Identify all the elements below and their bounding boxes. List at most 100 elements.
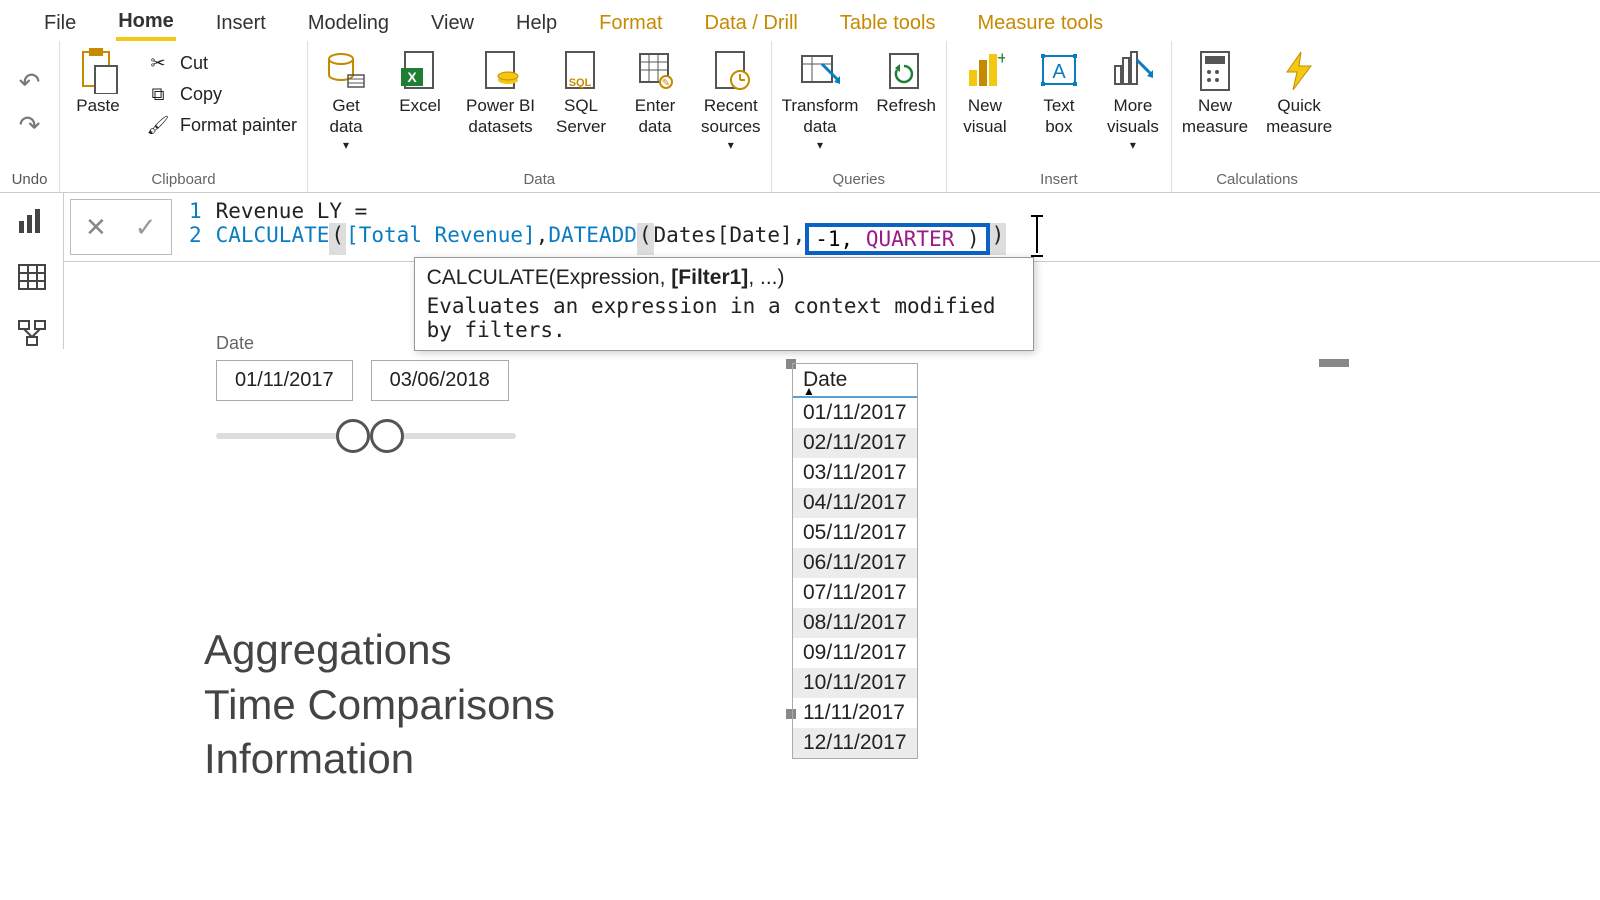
excel-button[interactable]: XExcel [392,47,448,116]
more-visuals-button[interactable]: More visuals▾ [1105,47,1161,153]
copy-icon: ⧉ [144,84,172,105]
textbox-icon: A [1039,47,1079,95]
tab-file[interactable]: File [42,8,78,39]
redo-icon[interactable]: ↷ [19,110,41,141]
table-row[interactable]: 05/11/2017 [793,518,917,548]
tab-table-tools[interactable]: Table tools [838,8,938,39]
new-visual-button[interactable]: +New visual [957,47,1013,138]
pbi-datasets-button[interactable]: Power BI datasets [466,47,535,138]
svg-text:✎: ✎ [662,78,670,89]
table-row[interactable]: 06/11/2017 [793,548,917,578]
model-view-icon[interactable] [17,319,47,349]
intellisense-tooltip: CALCULATE(Expression, [Filter1], ...) Ev… [414,257,1034,351]
group-label-calc: Calculations [1182,167,1332,190]
more-visuals-icon [1113,47,1153,95]
refresh-icon [886,47,926,95]
tab-view[interactable]: View [429,8,476,39]
data-view-icon[interactable] [17,263,47,291]
group-clipboard: Paste ✂Cut ⧉Copy 🖌Format painter Clipboa… [60,41,308,192]
formula-bar: ✕ ✓ 1Revenue LY = 2 CALCULATE( [Total Re… [64,193,1600,262]
slider-handle-end[interactable] [370,419,404,453]
date-table-visual[interactable]: Date▲ 01/11/2017 02/11/2017 03/11/2017 0… [792,363,918,759]
undo-label: Undo [12,171,48,188]
slider-handle-start[interactable] [336,419,370,453]
slicer-slider[interactable] [216,425,516,445]
ribbon: ↶ ↷ Undo Paste ✂Cut ⧉Copy 🖌Format painte… [0,41,1600,193]
group-label-clipboard: Clipboard [70,167,297,190]
group-calculations: New measure Quick measure Calculations [1172,41,1342,192]
table-row[interactable]: 04/11/2017 [793,488,917,518]
report-view-icon[interactable] [17,207,47,235]
table-row[interactable]: 09/11/2017 [793,638,917,668]
calculator-icon [1197,47,1233,95]
tab-insert[interactable]: Insert [214,8,268,39]
main-area: ✕ ✓ 1Revenue LY = 2 CALCULATE( [Total Re… [0,193,1600,349]
table-row[interactable]: 12/11/2017 [793,728,917,758]
format-painter-button[interactable]: 🖌Format painter [144,113,297,138]
paste-label: Paste [76,95,119,116]
paste-button[interactable]: Paste [70,47,126,116]
copy-button[interactable]: ⧉Copy [144,82,297,107]
report-canvas: ✕ ✓ 1Revenue LY = 2 CALCULATE( [Total Re… [64,193,1600,349]
undo-group: ↶ ↷ Undo [0,41,60,192]
resize-handle[interactable] [1319,359,1349,367]
slicer-start-input[interactable]: 01/11/2017 [216,360,353,401]
lightning-icon [1281,47,1317,95]
excel-icon: X [401,47,439,95]
tab-modeling[interactable]: Modeling [306,8,391,39]
sort-asc-icon: ▲ [803,384,815,398]
refresh-button[interactable]: Refresh [876,47,936,116]
table-row[interactable]: 03/11/2017 [793,458,917,488]
group-label-insert: Insert [957,167,1161,190]
sql-icon: SQL [562,47,600,95]
formula-editor[interactable]: 1Revenue LY = 2 CALCULATE( [Total Revenu… [178,193,1600,261]
view-rail [0,193,64,349]
table-row[interactable]: 02/11/2017 [793,428,917,458]
pbi-datasets-icon [482,47,520,95]
table-header-date[interactable]: Date▲ [793,364,917,398]
table-row[interactable]: 10/11/2017 [793,668,917,698]
undo-icon[interactable]: ↶ [19,67,41,98]
formula-cancel-icon[interactable]: ✕ [71,208,121,247]
chart-icon: + [965,47,1005,95]
tab-help[interactable]: Help [514,8,559,39]
tab-home[interactable]: Home [116,6,176,41]
svg-text:+: + [997,50,1005,68]
table-row[interactable]: 11/11/2017 [793,698,917,728]
transform-data-button[interactable]: Transform data▾ [782,47,859,153]
formula-commit-icon[interactable]: ✓ [121,208,171,247]
brush-icon: 🖌 [144,115,172,136]
paste-icon [77,47,119,95]
table-row[interactable]: 07/11/2017 [793,578,917,608]
recent-sources-button[interactable]: Recent sources▾ [701,47,761,153]
table-row[interactable]: 01/11/2017 [793,398,917,428]
cut-button[interactable]: ✂Cut [144,51,297,76]
transform-icon [800,47,840,95]
svg-text:X: X [407,69,417,85]
group-data: Get data▾ XExcel Power BI datasets SQLSQ… [308,41,772,192]
group-insert: +New visual AText box More visuals▾ Inse… [947,41,1172,192]
highlighted-args: -1, QUARTER ) [805,223,989,255]
quick-measure-button[interactable]: Quick measure [1266,47,1332,138]
tab-format[interactable]: Format [597,8,664,39]
group-label-queries: Queries [782,167,936,190]
group-label-data: Data [318,167,761,190]
sql-server-button[interactable]: SQLSQL Server [553,47,609,138]
group-queries: Transform data▾ Refresh Queries [772,41,947,192]
enter-data-icon: ✎ [636,47,674,95]
table-row[interactable]: 08/11/2017 [793,608,917,638]
enter-data-button[interactable]: ✎Enter data [627,47,683,138]
formula-bar-buttons: ✕ ✓ [70,199,172,255]
recent-icon [712,47,750,95]
ribbon-tabs: File Home Insert Modeling View Help Form… [0,0,1600,41]
scissors-icon: ✂ [144,53,172,74]
tab-measure-tools[interactable]: Measure tools [975,8,1105,39]
text-box-button[interactable]: AText box [1031,47,1087,138]
new-measure-button[interactable]: New measure [1182,47,1248,138]
tab-data-drill[interactable]: Data / Drill [703,8,800,39]
svg-text:SQL: SQL [569,77,592,89]
svg-text:A: A [1052,61,1066,83]
slicer-end-input[interactable]: 03/06/2018 [371,360,509,401]
text-cursor-icon [1036,223,1038,251]
get-data-button[interactable]: Get data▾ [318,47,374,153]
